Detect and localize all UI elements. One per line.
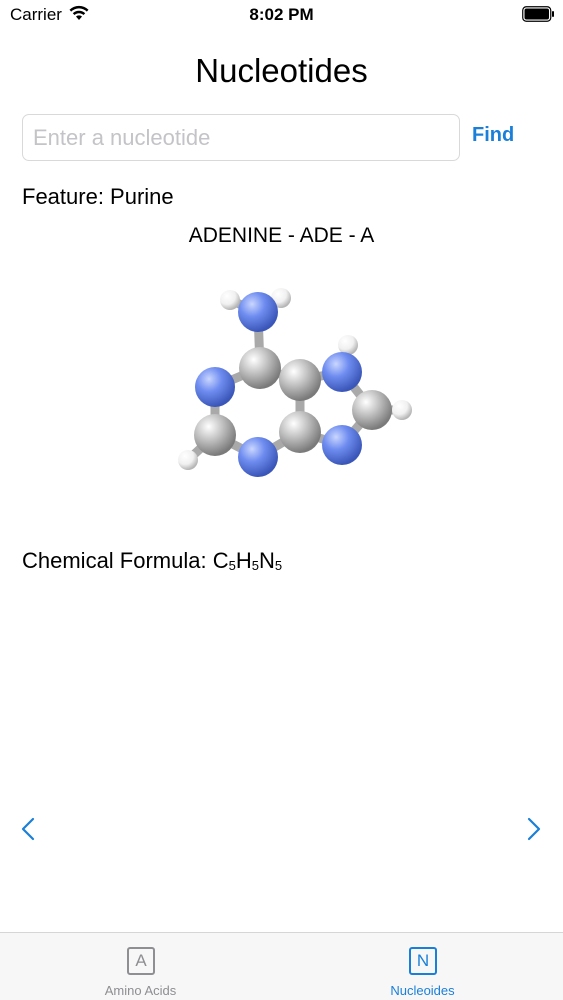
status-time: 8:02 PM bbox=[249, 5, 314, 24]
feature-label: Feature: Purine bbox=[22, 184, 174, 209]
formula-label: Chemical Formula: bbox=[22, 548, 213, 573]
nucleotide-name: ADENINE - ADE - A bbox=[188, 224, 375, 247]
nucleoides-tab-icon: N bbox=[409, 947, 437, 975]
tab-bar: A Amino Acids N Nucleoides bbox=[0, 932, 563, 1000]
page-title: Nucleotides bbox=[195, 52, 368, 89]
formula-count-c: 5 bbox=[228, 558, 236, 573]
formula-count-n: 5 bbox=[274, 558, 283, 573]
tab-amino-acids[interactable]: A Amino Acids bbox=[0, 933, 281, 1000]
formula-element-n: N bbox=[258, 548, 275, 573]
formula-element-h: H bbox=[235, 548, 252, 573]
tab-label-nucleoides: Nucleoides bbox=[390, 983, 455, 998]
adenine-molecule-image bbox=[160, 270, 430, 500]
find-button[interactable]: Find bbox=[472, 124, 514, 147]
chemical-formula: Chemical Formula: C5H5N5 bbox=[22, 548, 282, 574]
tab-nucleoides[interactable]: N Nucleoides bbox=[282, 933, 563, 1000]
tab-label-amino-acids: Amino Acids bbox=[104, 983, 177, 998]
battery-icon bbox=[522, 6, 555, 22]
formula-element-c: C bbox=[212, 548, 229, 573]
amino-acids-tab-icon: A bbox=[127, 947, 155, 975]
status-bar: Carrier 8:02 PM bbox=[0, 0, 563, 30]
nucleotide-search-input[interactable] bbox=[22, 114, 460, 161]
formula-count-h: 5 bbox=[251, 558, 259, 573]
previous-chevron-icon[interactable] bbox=[18, 816, 40, 842]
next-chevron-icon[interactable] bbox=[523, 816, 545, 842]
